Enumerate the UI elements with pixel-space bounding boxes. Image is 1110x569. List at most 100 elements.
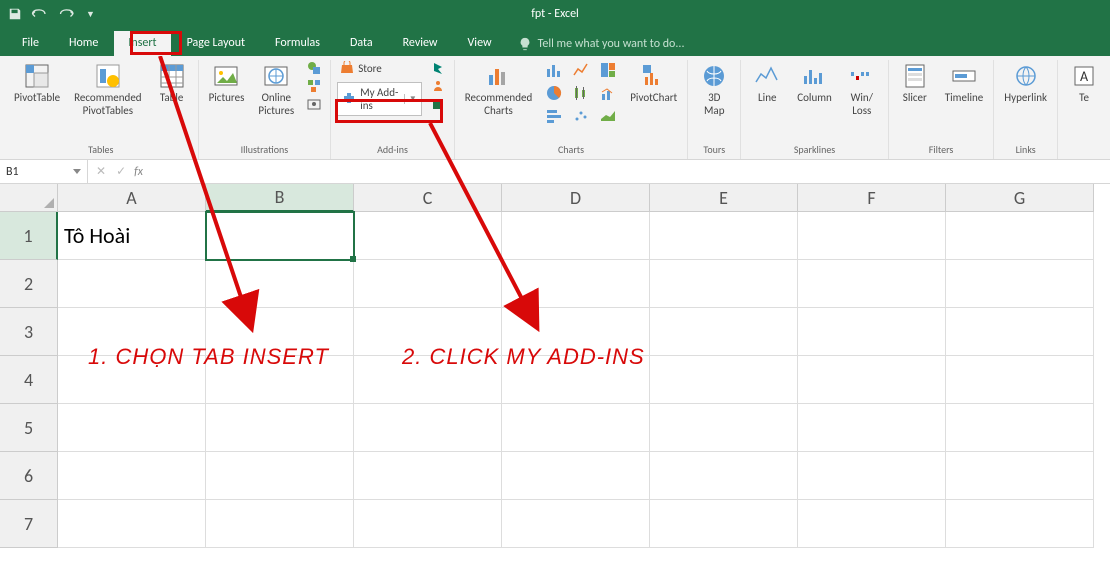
online-pictures-button[interactable]: Online Pictures <box>254 60 298 119</box>
cell[interactable] <box>58 356 206 404</box>
pie-chart-button[interactable] <box>542 83 566 103</box>
cell[interactable] <box>354 212 502 260</box>
cell[interactable] <box>650 308 798 356</box>
cell[interactable] <box>798 404 946 452</box>
treemap-button[interactable] <box>596 60 620 80</box>
column-chart-button[interactable] <box>542 60 566 80</box>
cell[interactable] <box>206 308 354 356</box>
3d-map-button[interactable]: 3D Map <box>694 60 734 119</box>
save-icon[interactable] <box>8 7 22 21</box>
column-header[interactable]: E <box>650 184 798 212</box>
cell[interactable] <box>946 356 1094 404</box>
cell-b1[interactable] <box>206 212 354 260</box>
line-chart-button[interactable] <box>569 60 593 80</box>
cell[interactable] <box>502 356 650 404</box>
row-header[interactable]: 2 <box>0 260 58 308</box>
combo-chart-button[interactable] <box>596 83 620 103</box>
cell[interactable] <box>946 404 1094 452</box>
cell[interactable] <box>650 260 798 308</box>
column-header[interactable]: F <box>798 184 946 212</box>
cell[interactable] <box>206 260 354 308</box>
text-box-button[interactable]: A Te <box>1064 60 1104 107</box>
cell[interactable] <box>502 404 650 452</box>
pictures-button[interactable]: Pictures <box>205 60 249 107</box>
sparkline-line-button[interactable]: Line <box>747 60 787 107</box>
surface-chart-button[interactable] <box>596 106 620 126</box>
tab-formulas[interactable]: Formulas <box>261 31 334 56</box>
cell[interactable] <box>354 308 502 356</box>
cell[interactable] <box>354 404 502 452</box>
recommended-charts-button[interactable]: Recommended Charts <box>461 60 536 119</box>
cell[interactable] <box>946 452 1094 500</box>
row-header[interactable]: 5 <box>0 404 58 452</box>
cell[interactable] <box>798 260 946 308</box>
pivot-table-button[interactable]: PivotTable <box>10 60 64 107</box>
cell[interactable] <box>946 308 1094 356</box>
cell[interactable] <box>946 212 1094 260</box>
stats-chart-button[interactable] <box>569 83 593 103</box>
undo-icon[interactable] <box>30 7 50 21</box>
visio-button[interactable] <box>428 96 448 112</box>
cell[interactable] <box>206 452 354 500</box>
column-header[interactable]: B <box>206 184 354 212</box>
cell[interactable] <box>206 404 354 452</box>
cell[interactable] <box>502 500 650 548</box>
tell-me-search[interactable]: Tell me what you want to do... <box>508 32 695 56</box>
pivot-chart-button[interactable]: PivotChart <box>626 60 681 107</box>
table-button[interactable]: Table <box>152 60 192 107</box>
cell[interactable] <box>946 500 1094 548</box>
cell[interactable] <box>354 356 502 404</box>
cell[interactable] <box>354 260 502 308</box>
my-addins-button[interactable]: My Add-ins ▼ <box>337 82 422 116</box>
smartart-button[interactable] <box>304 78 324 94</box>
cell[interactable] <box>650 500 798 548</box>
recommended-pivot-button[interactable]: Recommended PivotTables <box>70 60 145 119</box>
row-header[interactable]: 1 <box>0 212 58 260</box>
cell[interactable] <box>650 404 798 452</box>
cancel-formula-icon[interactable]: ✕ <box>96 164 106 179</box>
screenshot-button[interactable] <box>304 96 324 112</box>
tab-insert[interactable]: Insert <box>114 31 170 56</box>
cell[interactable] <box>650 452 798 500</box>
column-header[interactable]: G <box>946 184 1094 212</box>
slicer-button[interactable]: Slicer <box>895 60 935 107</box>
sparkline-column-button[interactable]: Column <box>793 60 836 107</box>
tab-review[interactable]: Review <box>389 31 452 56</box>
shapes-button[interactable] <box>304 60 324 76</box>
cell[interactable] <box>798 500 946 548</box>
cell[interactable] <box>206 356 354 404</box>
cell[interactable] <box>650 356 798 404</box>
tab-view[interactable]: View <box>454 31 506 56</box>
scatter-chart-button[interactable] <box>569 106 593 126</box>
row-header[interactable]: 4 <box>0 356 58 404</box>
cell[interactable] <box>58 452 206 500</box>
store-button[interactable]: Store <box>337 60 422 76</box>
cell[interactable] <box>354 452 502 500</box>
cell[interactable] <box>946 260 1094 308</box>
cell[interactable] <box>354 500 502 548</box>
formula-input[interactable] <box>149 160 1110 183</box>
cell[interactable] <box>798 356 946 404</box>
cell[interactable] <box>798 308 946 356</box>
column-header[interactable]: A <box>58 184 206 212</box>
cell[interactable] <box>58 500 206 548</box>
my-addins-dropdown[interactable]: ▼ <box>404 94 417 104</box>
fx-icon[interactable]: fx <box>134 165 143 179</box>
tab-home[interactable]: Home <box>55 31 112 56</box>
people-graph-button[interactable] <box>428 78 448 94</box>
row-header[interactable]: 7 <box>0 500 58 548</box>
tab-file[interactable]: File <box>8 31 53 56</box>
cell[interactable] <box>58 404 206 452</box>
cell[interactable] <box>502 260 650 308</box>
sparkline-winloss-button[interactable]: Win/ Loss <box>842 60 882 119</box>
cell[interactable] <box>58 260 206 308</box>
cell[interactable] <box>58 308 206 356</box>
column-header[interactable]: C <box>354 184 502 212</box>
cell-a1[interactable]: Tô Hoài <box>58 212 206 260</box>
row-header[interactable]: 6 <box>0 452 58 500</box>
hyperlink-button[interactable]: Hyperlink <box>1000 60 1051 107</box>
qat-customize-icon[interactable]: ▼ <box>86 9 95 20</box>
cell[interactable] <box>502 452 650 500</box>
name-box[interactable]: B1 <box>0 160 88 183</box>
cell[interactable] <box>502 212 650 260</box>
